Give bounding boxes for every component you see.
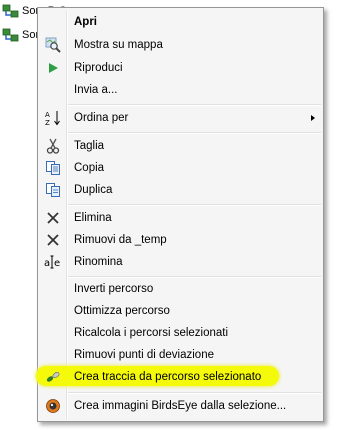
sort-az-icon: A Z [42,107,64,129]
menu-item-send-to[interactable]: Invia a... [40,79,321,101]
svg-text:Z: Z [45,119,50,127]
menu-item-sort-by[interactable]: A Z Ordina per [40,107,321,129]
menu-item-remove-from-temp[interactable]: Rimuovi da _temp [40,229,321,251]
scissors-icon [42,135,64,157]
menu-item-label: Rimuovi da _temp [74,234,167,246]
x-icon [42,207,64,229]
menu-item-label: Crea traccia da percorso selezionato [74,371,262,383]
menu-item-label: Copia [74,162,105,174]
menu-item-copy[interactable]: Copia [40,157,321,179]
menu-separator [68,104,321,106]
birdseye-icon [42,395,64,417]
menu-item-label: Elimina [74,212,112,224]
menu-item-invert-route[interactable]: Inverti percorso [40,278,321,300]
submenu-arrow-icon [311,115,315,121]
menu-item-optimize-route[interactable]: Ottimizza percorso [40,300,321,322]
copy-icon [42,157,64,179]
menu-item-label: Ricalcola i percorsi selezionati [74,327,229,339]
menu-item-label: Apri [74,16,97,28]
context-menu: Apri Mostra su mappa Riproduci Invia a..… [36,7,324,422]
svg-text:a: a [44,258,50,269]
map-magnifier-icon [42,34,64,56]
menu-item-label: Ottimizza percorso [74,305,170,317]
menu-item-label: Ordina per [74,112,129,124]
track-icon [42,366,64,388]
menu-item-play[interactable]: Riproduci [40,57,321,79]
menu-item-rename[interactable]: a e Rinomina [40,251,321,273]
svg-text:A: A [45,111,50,119]
menu-separator [68,204,321,206]
route-icon [2,3,20,19]
menu-item-duplicate[interactable]: Duplica [40,179,321,201]
menu-item-label: Inverti percorso [74,283,154,295]
menu-item-label: Mostra su mappa [74,39,163,51]
menu-item-label: Crea immagini BirdsEye dalla selezione..… [74,400,287,412]
route-icon [2,27,20,43]
menu-item-open[interactable]: Apri [40,11,321,33]
menu-item-cut[interactable]: Taglia [40,135,321,157]
menu-item-remove-waypoints[interactable]: Rimuovi punti di deviazione [40,344,321,366]
menu-item-create-track[interactable]: Crea traccia da percorso selezionato [36,366,321,388]
duplicate-icon [42,179,64,201]
menu-item-label: Invia a... [74,84,118,96]
menu-separator [68,392,321,394]
menu-item-show-on-map[interactable]: Mostra su mappa [40,34,321,56]
play-icon [42,57,64,79]
menu-item-label: Rinomina [74,256,123,268]
x-icon [42,229,64,251]
menu-item-label: Riproduci [74,62,123,74]
menu-item-label: Rimuovi punti di deviazione [74,349,214,361]
menu-item-create-birdseye[interactable]: Crea immagini BirdsEye dalla selezione..… [40,395,321,417]
svg-text:e: e [54,258,60,269]
menu-item-recalc-routes[interactable]: Ricalcola i percorsi selezionati [40,322,321,344]
menu-separator [68,132,321,134]
rename-icon: a e [42,251,64,273]
menu-item-delete[interactable]: Elimina [40,207,321,229]
menu-item-label: Taglia [74,140,105,152]
menu-item-label: Duplica [74,184,113,196]
